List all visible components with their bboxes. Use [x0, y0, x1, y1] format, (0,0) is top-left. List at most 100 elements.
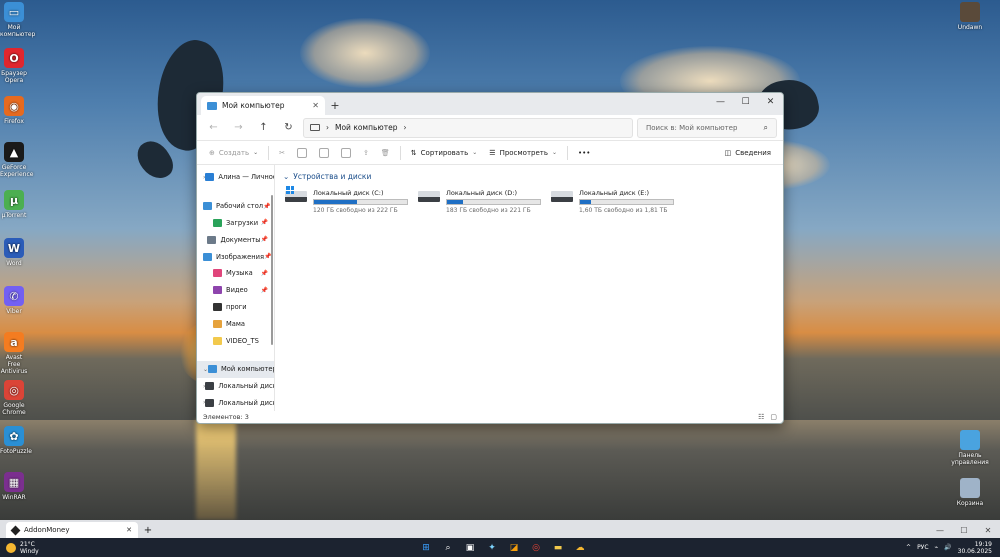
explorer-titlebar: Мой компьютер ✕ + — ☐ ✕ [197, 93, 783, 115]
close-tab-icon[interactable]: ✕ [126, 526, 132, 534]
minimize-button[interactable]: — [708, 93, 733, 111]
desktop-icon[interactable]: Корзина [948, 478, 992, 507]
content-area: ⌄ Устройства и диски Локальный диск (C:)… [275, 165, 783, 411]
explorer-tab[interactable]: Мой компьютер ✕ [201, 96, 325, 115]
network-icon[interactable]: ⌁ [935, 544, 939, 551]
search-icon[interactable]: ⌕ [440, 540, 456, 555]
desktop-icon[interactable]: O Браузер Opera [0, 48, 28, 84]
desktop-icon[interactable]: ▲ GeForce Experience [0, 142, 33, 178]
sidebar-item[interactable]: проги [197, 299, 274, 316]
delete-button[interactable]: 🗑 [377, 144, 394, 162]
weather-icon[interactable]: ☁ [572, 540, 588, 555]
task-view-icon[interactable]: ▣ [462, 540, 478, 555]
volume-icon[interactable]: 🔊 [944, 544, 951, 551]
drive-name: Локальный диск (C:) [313, 189, 384, 197]
cut-button[interactable]: ✂ [275, 144, 289, 162]
browser-minimize-button[interactable]: — [928, 522, 952, 538]
sidebar-item-label: Документы [220, 235, 261, 244]
details-pane-button[interactable]: ◫ Сведения [721, 144, 775, 162]
sidebar-item[interactable]: ›Локальный диск (C:) [197, 378, 274, 395]
clock[interactable]: 19:19 30.06.2025 [958, 541, 992, 555]
back-button[interactable]: ← [203, 118, 224, 138]
computer-icon [207, 101, 217, 110]
desktop-icon[interactable]: µ µTorrent [0, 190, 28, 219]
sidebar-item[interactable]: Рабочий стол 📌 [197, 198, 274, 215]
weather-widget[interactable]: 21°C Windy [0, 541, 39, 555]
desktop-icon[interactable]: Панель управления [948, 430, 992, 466]
app-icon: µ [4, 190, 24, 210]
drive-free-space: 120 ГБ свободно из 222 ГБ [313, 207, 398, 214]
drive-tile[interactable]: Локальный диск (E:) 1,60 ТБ свободно из 1… [549, 187, 676, 216]
chrome-icon[interactable]: ◎ [528, 540, 544, 555]
sidebar-item[interactable]: Документы 📌 [197, 231, 274, 248]
start-button-icon[interactable]: ⊞ [418, 540, 434, 555]
pin-icon: 📌 [260, 286, 268, 294]
desktop-icon[interactable]: ✆ Viber [0, 286, 28, 315]
maximize-button[interactable]: ☐ [733, 93, 758, 111]
desktop-icon[interactable]: a Avast Free Antivirus [0, 332, 28, 375]
browser-close-button[interactable]: ✕ [976, 522, 1000, 538]
rename-button[interactable] [337, 144, 355, 162]
desktop-icon[interactable]: ▭ Мой компьютер [0, 2, 35, 38]
refresh-button[interactable]: ↻ [278, 118, 299, 138]
app-icon: ✆ [4, 286, 24, 306]
desktop-icon-label: Undawn [957, 24, 983, 31]
paste-button[interactable] [315, 144, 333, 162]
copy-button[interactable] [293, 144, 311, 162]
forward-button[interactable]: → [228, 118, 249, 138]
sidebar-item[interactable]: Загрузки 📌 [197, 215, 274, 232]
photos-icon[interactable]: ◪ [506, 540, 522, 555]
navigation-scrollbar[interactable] [271, 195, 273, 345]
browser-tab[interactable]: AddonMoney ✕ [6, 522, 138, 538]
folder-icon [207, 235, 217, 244]
folder-icon [213, 286, 222, 295]
sort-icon: ⇅ [410, 148, 417, 157]
new-tab-button[interactable]: + [325, 96, 345, 115]
address-bar[interactable]: › Мой компьютер › [303, 117, 633, 138]
share-button[interactable]: ⇪ [359, 144, 373, 162]
sun-reflection [196, 420, 236, 520]
group-header-devices[interactable]: ⌄ Устройства и диски [283, 169, 775, 183]
sidebar-item-label: Локальный диск (C:) [218, 382, 274, 391]
language-indicator[interactable]: РУС [917, 544, 928, 551]
browser-maximize-button[interactable]: ☐ [952, 522, 976, 538]
sidebar-item-label: Загрузки [226, 218, 259, 227]
sidebar-item[interactable]: Музыка 📌 [197, 265, 274, 282]
share-icon: ⇪ [363, 148, 369, 157]
drive-tile[interactable]: Локальный диск (D:) 183 ГБ свободно из 22… [416, 187, 543, 216]
more-options-button[interactable]: ••• [574, 144, 594, 162]
sidebar-item[interactable]: Изображения 📌 [197, 248, 274, 265]
tiles-view-icon[interactable]: ▢ [770, 413, 777, 421]
sidebar-item[interactable]: VIDEO_TS [197, 332, 274, 349]
desktop-icon[interactable]: ▦ WinRAR [0, 472, 28, 501]
view-button[interactable]: ☰ Просмотреть ⌄ [485, 144, 561, 162]
sidebar-item[interactable]: › Алина — Личное [197, 169, 274, 186]
up-button[interactable]: ↑ [253, 118, 274, 138]
desktop-icon[interactable]: Undawn [948, 2, 992, 31]
details-view-icon[interactable]: ☷ [758, 413, 764, 421]
sort-button[interactable]: ⇅ Сортировать ⌄ [407, 144, 482, 162]
folder-icon [203, 202, 212, 211]
tray-overflow-icon[interactable]: ^ [906, 544, 911, 551]
desktop-icon[interactable]: ◉ Firefox [0, 96, 28, 125]
sidebar-item[interactable]: ⌄ Мой компьютер [197, 360, 274, 378]
desktop-icon[interactable]: W Word [0, 238, 28, 267]
new-tab-button[interactable]: + [138, 522, 158, 538]
explorer-icon[interactable]: ▬ [550, 540, 566, 555]
create-button[interactable]: ⊕ Создать ⌄ [205, 144, 262, 162]
desktop-icon[interactable]: ◎ Google Chrome [0, 380, 28, 416]
sidebar-item[interactable]: Видео 📌 [197, 282, 274, 299]
search-input[interactable]: Поиск в: Мой компьютер ⌕ [637, 117, 777, 138]
nav-gap [197, 186, 274, 198]
close-tab-icon[interactable]: ✕ [312, 101, 319, 110]
close-window-button[interactable]: ✕ [758, 93, 783, 111]
breadcrumb-chevron-icon[interactable]: › [403, 123, 406, 132]
desktop-icon[interactable]: ✿ FotoPuzzle [0, 426, 32, 455]
nav-gap [197, 349, 274, 361]
sidebar-item-label: VIDEO_TS [226, 336, 259, 345]
drive-tile[interactable]: Локальный диск (C:) 120 ГБ свободно из 22… [283, 186, 410, 216]
computer-icon [310, 124, 320, 131]
copilot-icon[interactable]: ✦ [484, 540, 500, 555]
sidebar-item[interactable]: Мама [197, 315, 274, 332]
sidebar-item[interactable]: ›Локальный диск (D:) [197, 395, 274, 411]
